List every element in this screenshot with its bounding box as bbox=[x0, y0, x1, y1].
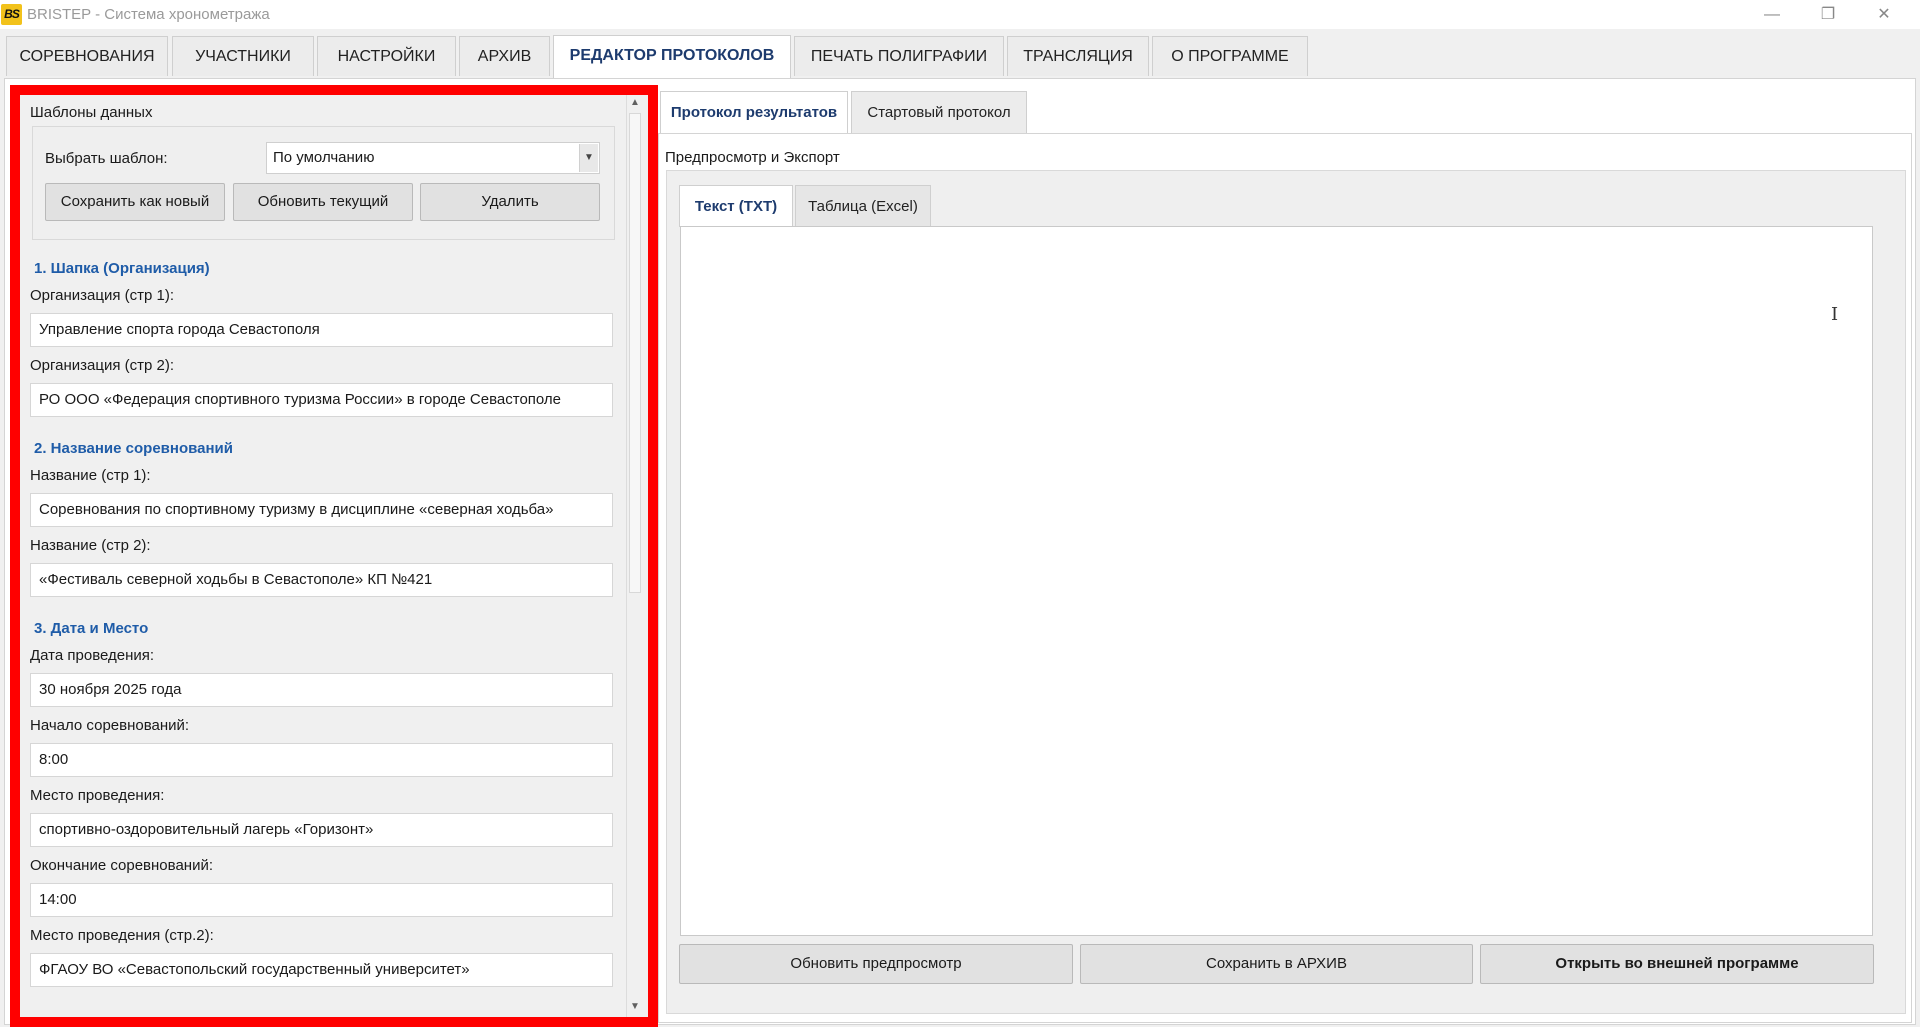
save-as-new-button[interactable]: Сохранить как новый bbox=[45, 183, 225, 221]
protocol-data-form: Шаблоны данных Выбрать шаблон: По умолча… bbox=[20, 95, 626, 1017]
org2-field[interactable]: РО ООО «Федерация спортивного туризма Ро… bbox=[30, 383, 613, 417]
name2-field[interactable]: «Фестиваль северной ходьбы в Севастополе… bbox=[30, 563, 613, 597]
section-date-place-title: 3. Дата и Место bbox=[34, 620, 149, 637]
app-logo-icon: BS bbox=[1, 4, 22, 25]
org2-label: Организация (стр 2): bbox=[30, 357, 175, 374]
template-select[interactable]: По умолчанию ▼ bbox=[266, 142, 600, 174]
tab-competitions[interactable]: СОРЕВНОВАНИЯ bbox=[6, 36, 168, 76]
date-field[interactable]: 30 ноября 2025 года bbox=[30, 673, 613, 707]
tab-results-protocol[interactable]: Протокол результатов bbox=[660, 91, 848, 133]
close-button[interactable]: ✕ bbox=[1856, 0, 1912, 29]
minimize-button[interactable]: — bbox=[1744, 0, 1800, 29]
save-to-archive-button[interactable]: Сохранить в АРХИВ bbox=[1080, 944, 1473, 984]
templates-group-title: Шаблоны данных bbox=[30, 104, 153, 121]
maximize-button[interactable]: ❐ bbox=[1800, 0, 1856, 29]
tab-print-polygraphy[interactable]: ПЕЧАТЬ ПОЛИГРАФИИ bbox=[794, 36, 1004, 76]
update-current-button[interactable]: Обновить текущий bbox=[233, 183, 413, 221]
place-label: Место проведения: bbox=[30, 787, 165, 804]
place2-field[interactable]: ФГАОУ ВО «Севастопольский государственны… bbox=[30, 953, 613, 987]
tab-broadcast[interactable]: ТРАНСЛЯЦИЯ bbox=[1007, 36, 1149, 76]
scrollbar-thumb[interactable] bbox=[629, 113, 641, 593]
tab-table-excel[interactable]: Таблица (Excel) bbox=[795, 185, 931, 227]
preview-text-area[interactable] bbox=[680, 226, 1873, 936]
end-time-field[interactable]: 14:00 bbox=[30, 883, 613, 917]
window-title: BRISTEP - Система хронометража bbox=[27, 6, 270, 23]
title-bar: BS BRISTEP - Система хронометража — ❐ ✕ bbox=[0, 0, 1920, 29]
section-name-title: 2. Название соревнований bbox=[34, 440, 233, 457]
place-field[interactable]: спортивно-оздоровительный лагерь «Горизо… bbox=[30, 813, 613, 847]
name1-label: Название (стр 1): bbox=[30, 467, 151, 484]
select-template-label: Выбрать шаблон: bbox=[45, 150, 168, 167]
place2-label: Место проведения (стр.2): bbox=[30, 927, 214, 944]
tab-participants[interactable]: УЧАСТНИКИ bbox=[172, 36, 314, 76]
end-time-label: Окончание соревнований: bbox=[30, 857, 213, 874]
date-label: Дата проведения: bbox=[30, 647, 155, 664]
start-time-field[interactable]: 8:00 bbox=[30, 743, 613, 777]
tab-protocol-editor[interactable]: РЕДАКТОР ПРОТОКОЛОВ bbox=[553, 35, 791, 78]
org1-field[interactable]: Управление спорта города Севастополя bbox=[30, 313, 613, 347]
form-scrollbar[interactable]: ▲ ▼ bbox=[626, 95, 642, 1017]
tab-archive[interactable]: АРХИВ bbox=[459, 36, 550, 76]
tab-settings[interactable]: НАСТРОЙКИ bbox=[317, 36, 456, 76]
start-time-label: Начало соревнований: bbox=[30, 717, 190, 734]
tab-about[interactable]: О ПРОГРАММЕ bbox=[1152, 36, 1308, 76]
section-header-title: 1. Шапка (Организация) bbox=[34, 260, 210, 277]
template-select-value: По умолчанию bbox=[273, 149, 375, 166]
tab-text-txt[interactable]: Текст (TXT) bbox=[679, 185, 793, 227]
text-cursor-icon: I bbox=[1831, 304, 1839, 325]
delete-template-button[interactable]: Удалить bbox=[420, 183, 600, 221]
refresh-preview-button[interactable]: Обновить предпросмотр bbox=[679, 944, 1073, 984]
chevron-down-icon[interactable]: ▼ bbox=[579, 144, 598, 172]
scroll-up-icon[interactable]: ▲ bbox=[629, 97, 641, 109]
org1-label: Организация (стр 1): bbox=[30, 287, 175, 304]
tab-start-protocol[interactable]: Стартовый протокол bbox=[851, 91, 1027, 133]
name2-label: Название (стр 2): bbox=[30, 537, 151, 554]
scroll-down-icon[interactable]: ▼ bbox=[629, 1001, 641, 1013]
preview-group-title: Предпросмотр и Экспорт bbox=[665, 149, 840, 166]
name1-field[interactable]: Соревнования по спортивному туризму в ди… bbox=[30, 493, 613, 527]
open-external-button[interactable]: Открыть во внешней программе bbox=[1480, 944, 1874, 984]
